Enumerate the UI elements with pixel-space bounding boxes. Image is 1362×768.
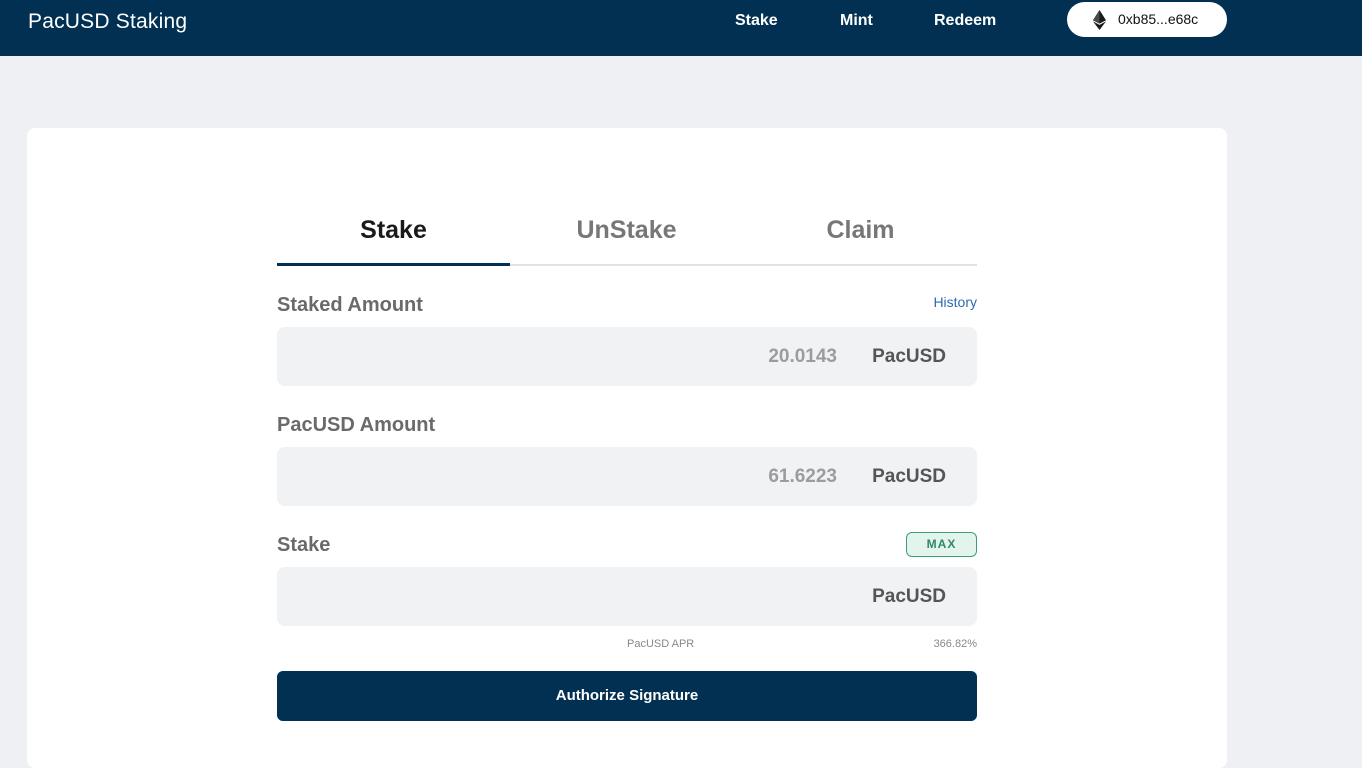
stake-field: PacUSD (277, 567, 977, 626)
staked-amount-value: 20.0143 (768, 346, 837, 367)
stake-label: Stake (277, 534, 331, 556)
history-link[interactable]: History (933, 294, 977, 310)
stake-amount-input[interactable] (293, 567, 833, 626)
active-tab-indicator (277, 263, 510, 266)
apr-label: PacUSD APR (627, 638, 695, 650)
pacusd-amount-label: PacUSD Amount (277, 414, 436, 436)
wallet-address: 0xb85...e68c (1118, 11, 1199, 27)
tab-claim[interactable]: Claim (744, 216, 977, 245)
wallet-button[interactable]: 0xb85...e68c (1067, 2, 1227, 37)
max-button[interactable]: MAX (906, 532, 977, 557)
top-navbar: PacUSD Staking Stake Mint Redeem 0xb85..… (0, 0, 1362, 56)
staked-amount-unit: PacUSD (872, 346, 946, 367)
staking-card: Stake UnStake Claim Staked Amount Histor… (27, 128, 1227, 768)
nav-stake-link[interactable]: Stake (735, 12, 778, 30)
staking-panel: Stake UnStake Claim Staked Amount Histor… (277, 128, 977, 768)
authorize-signature-button[interactable]: Authorize Signature (277, 671, 977, 721)
tab-stake[interactable]: Stake (277, 216, 510, 245)
stake-amount-unit: PacUSD (872, 586, 946, 607)
staked-amount-label: Staked Amount (277, 294, 423, 316)
nav-redeem-link[interactable]: Redeem (934, 12, 996, 30)
pacusd-amount-field: 61.6223 PacUSD (277, 447, 977, 506)
tab-unstake[interactable]: UnStake (510, 216, 743, 245)
ethereum-icon (1093, 10, 1106, 30)
nav-mint-link[interactable]: Mint (840, 12, 873, 30)
pacusd-amount-value: 61.6223 (768, 466, 837, 487)
staked-amount-field: 20.0143 PacUSD (277, 327, 977, 386)
tab-bar: Stake UnStake Claim (277, 208, 977, 266)
apr-value: 366.82% (933, 638, 977, 650)
brand-title: PacUSD Staking (28, 10, 188, 33)
pacusd-amount-unit: PacUSD (872, 466, 946, 487)
